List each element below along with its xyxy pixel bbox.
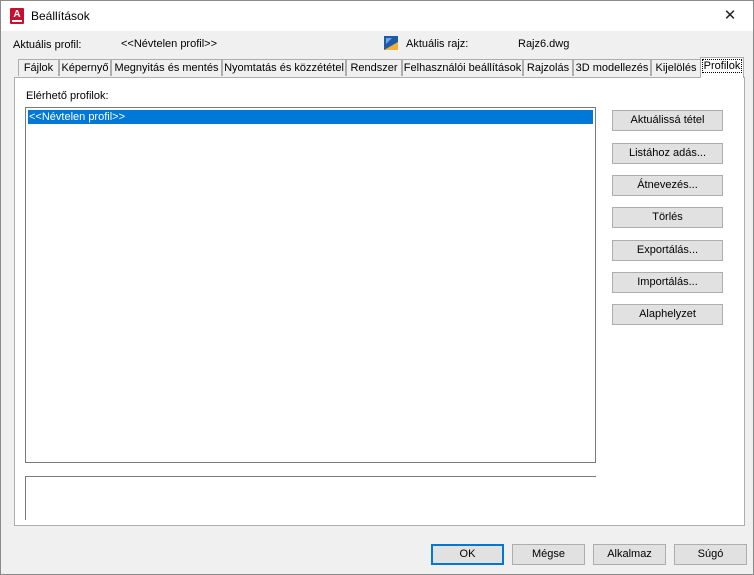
apply-button[interactable]: Alkalmaz <box>593 544 666 565</box>
autocad-app-icon: A <box>10 8 24 24</box>
export-button[interactable]: Exportálás... <box>612 240 723 261</box>
import-button[interactable]: Importálás... <box>612 272 723 293</box>
delete-button[interactable]: Törlés <box>612 207 723 228</box>
ok-button[interactable]: OK <box>431 544 504 565</box>
profiles-list[interactable]: <<Névtelen profil>> <box>25 107 596 463</box>
tab-drafting[interactable]: Rajzolás <box>523 59 573 76</box>
tab-files[interactable]: Fájlok <box>18 59 59 76</box>
available-profiles-label: Elérhető profilok: <box>26 90 109 102</box>
tab-3d-modeling[interactable]: 3D modellezés <box>573 59 651 76</box>
tab-open-save[interactable]: Megnyitás és mentés <box>111 59 222 76</box>
window-title: Beállítások <box>31 9 90 23</box>
tab-selection[interactable]: Kijelölés <box>651 59 701 76</box>
current-profile-value: <<Névtelen profil>> <box>121 38 218 50</box>
tab-profiles-label: Profilok <box>701 59 743 73</box>
reset-button[interactable]: Alaphelyzet <box>612 304 723 325</box>
cancel-button[interactable]: Mégse <box>512 544 585 565</box>
current-profile-label: Aktuális profil: <box>13 39 82 51</box>
current-drawing-label: Aktuális rajz: <box>406 38 469 50</box>
tab-user-preferences[interactable]: Felhasználói beállítások <box>402 59 523 76</box>
tab-system[interactable]: Rendszer <box>346 59 402 76</box>
rename-button[interactable]: Átnevezés... <box>612 175 723 196</box>
profile-description-box <box>25 476 596 520</box>
tab-display[interactable]: Képernyő <box>59 59 111 76</box>
set-current-button[interactable]: Aktuálissá tétel <box>612 110 723 131</box>
title-bar: A Beállítások ✕ <box>1 1 753 31</box>
add-to-list-button[interactable]: Listához adás... <box>612 143 723 164</box>
help-button[interactable]: Súgó <box>674 544 747 565</box>
close-icon[interactable]: ✕ <box>707 1 753 31</box>
tab-plot-publish[interactable]: Nyomtatás és közzététel <box>222 59 346 76</box>
dwg-file-icon <box>384 36 398 50</box>
list-item[interactable]: <<Névtelen profil>> <box>28 110 593 124</box>
tab-profiles[interactable]: Profilok <box>700 57 744 78</box>
current-drawing-value: Rajz6.dwg <box>518 38 570 50</box>
